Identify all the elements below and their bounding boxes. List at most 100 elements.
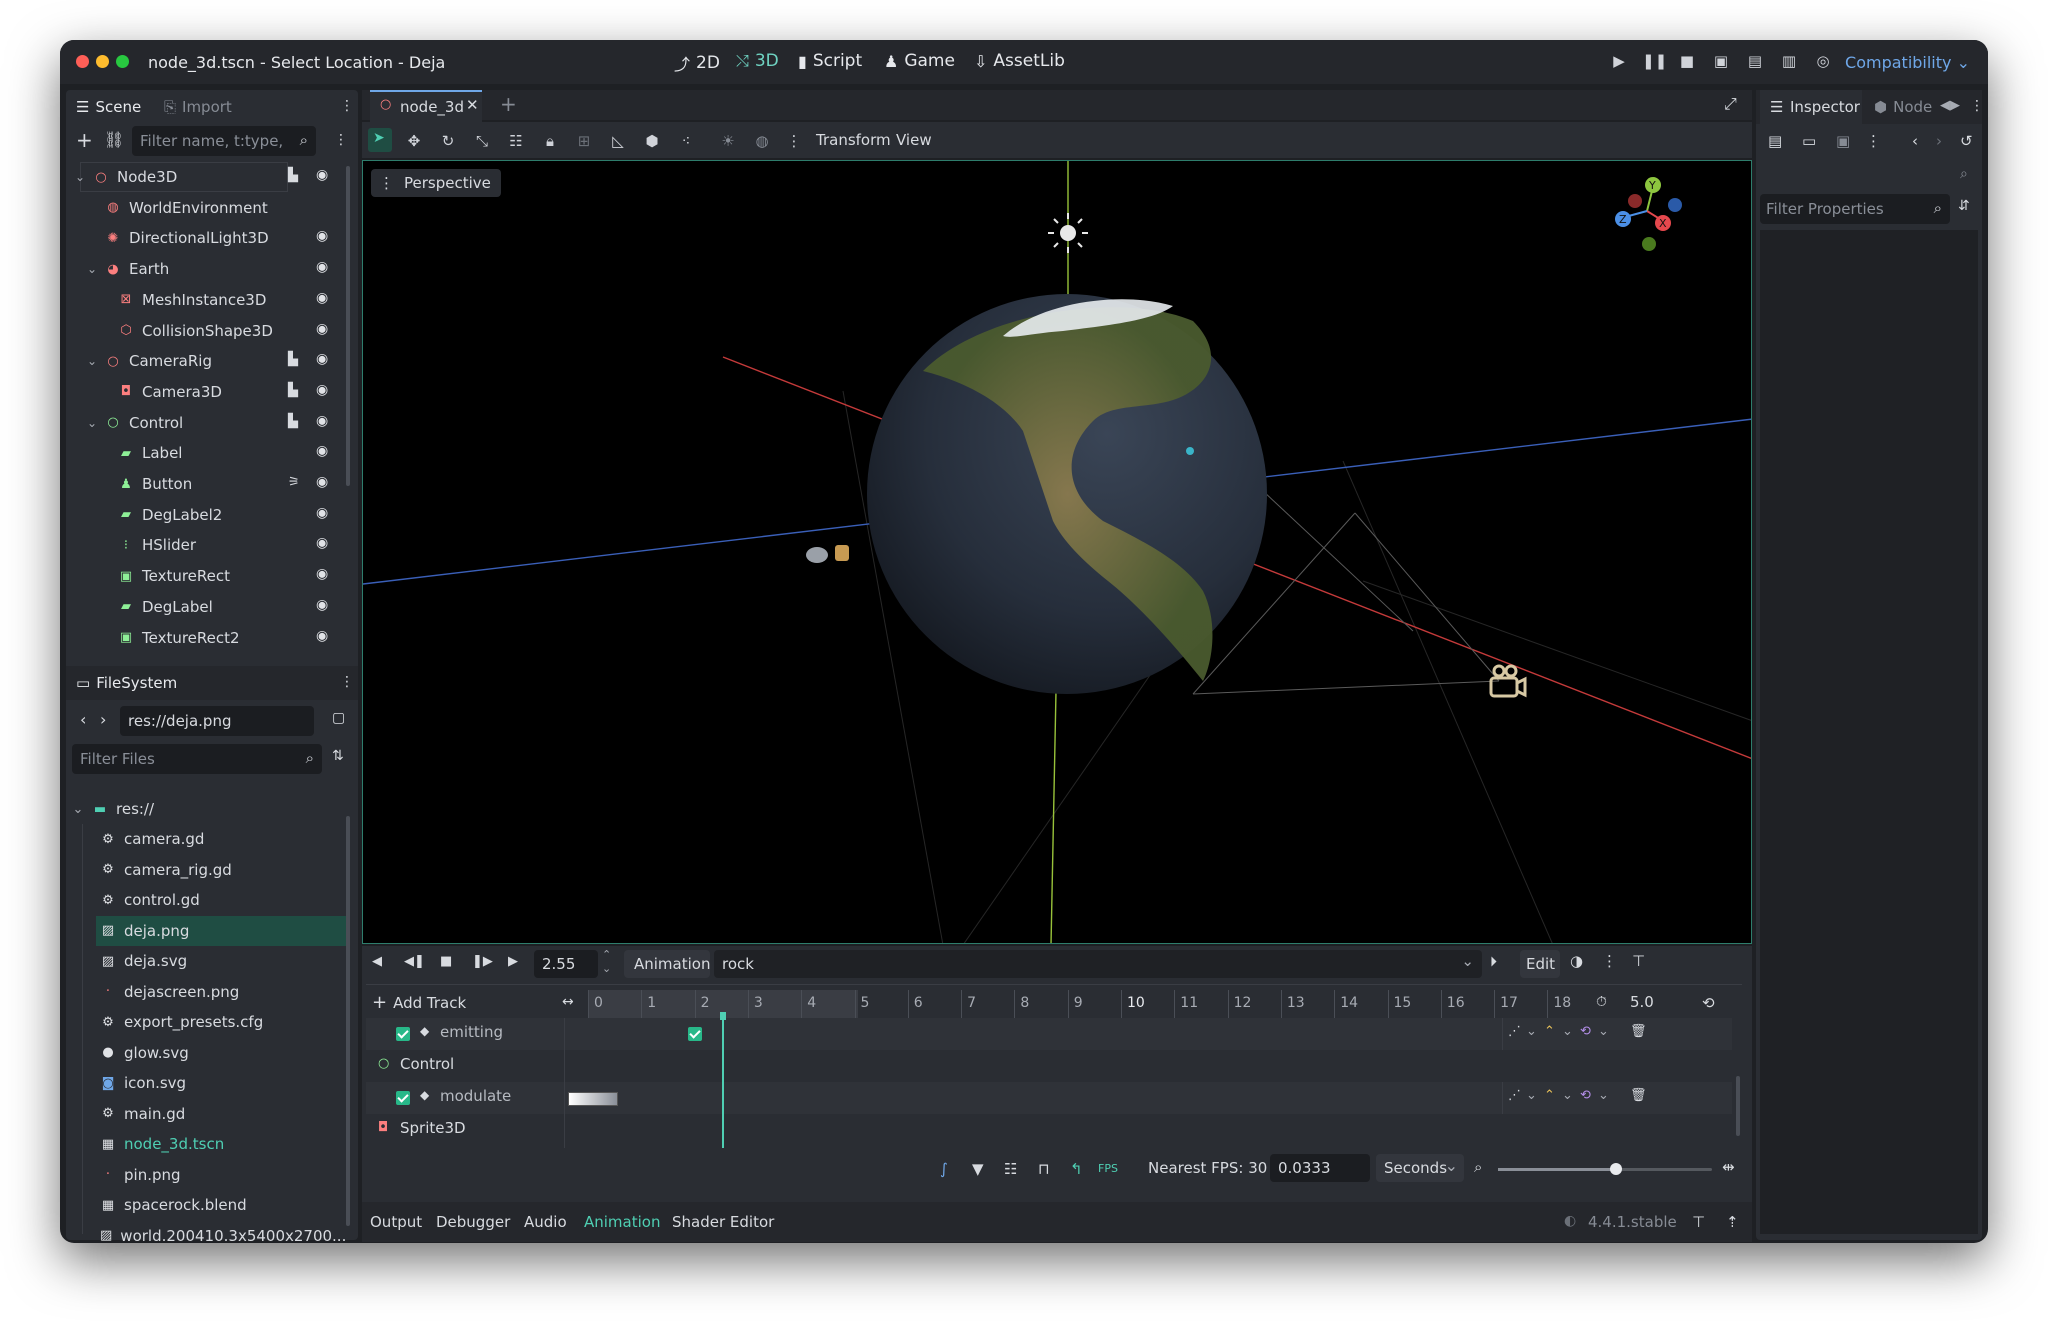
close-icon[interactable]: ✕: [466, 96, 479, 114]
tree-node[interactable]: ▰ DegLabel: [66, 592, 348, 622]
lock-icon[interactable]: 🔒︎: [538, 132, 562, 150]
tab-shader-editor[interactable]: Shader Editor: [672, 1213, 774, 1231]
timer-icon[interactable]: ⏱: [1596, 994, 1607, 1010]
script-icon[interactable]: ▙: [288, 414, 298, 429]
loop-icon[interactable]: ⟲: [1702, 994, 1715, 1012]
tree-node[interactable]: ▣ TextureRect: [66, 561, 348, 591]
file-item[interactable]: ▨ deja.svg: [96, 946, 346, 976]
interp-icon[interactable]: ⋰: [1508, 1088, 1521, 1103]
update-mode-icon[interactable]: ⌃: [1544, 1088, 1555, 1103]
tree-node[interactable]: ⌄ ○ Node3D: [75, 162, 288, 192]
workspace-2d-button[interactable]: ⤴ 2D: [674, 51, 720, 75]
chevron-down-icon[interactable]: ⌄: [87, 416, 99, 430]
remote-debug-icon[interactable]: ▣: [1710, 52, 1732, 70]
update-mode-icon[interactable]: ⌃: [1544, 1024, 1555, 1039]
pause-icon[interactable]: ❚❚: [1642, 52, 1667, 70]
play-from-start-icon[interactable]: ❚▶: [472, 954, 493, 969]
scene-tree-scrollbar[interactable]: [346, 166, 350, 486]
dock-move-icon[interactable]: ◀▶: [1940, 98, 1960, 113]
stop-icon[interactable]: ■: [440, 954, 452, 969]
visibility-eye-icon[interactable]: ◉: [316, 382, 328, 398]
environment-toggle-icon[interactable]: ◍: [750, 132, 774, 150]
edit-menu[interactable]: Edit: [1520, 950, 1560, 978]
fps-icon[interactable]: FPS: [1098, 1162, 1118, 1175]
color-keyframe-gradient[interactable]: [568, 1092, 618, 1106]
visibility-eye-icon[interactable]: ◉: [316, 505, 328, 521]
tree-node[interactable]: ⌄ ◕ Earth: [66, 254, 348, 284]
bezier-icon[interactable]: ∫: [940, 1160, 948, 1178]
zoom-icon[interactable]: ⌕: [1474, 1158, 1482, 1176]
chevron-down-icon[interactable]: ⌄: [1598, 1024, 1609, 1039]
perspective-menu[interactable]: ⋮ Perspective: [371, 169, 501, 197]
more-icon[interactable]: ⋮: [1602, 952, 1617, 970]
time-field[interactable]: 2.55: [534, 950, 598, 978]
snap-timeline-icon[interactable]: ↰: [1070, 1160, 1083, 1178]
dock-menu-icon[interactable]: ⋮: [1970, 98, 1984, 114]
onion-skin-icon[interactable]: ◑: [1570, 952, 1583, 970]
list-select-icon[interactable]: ☷: [504, 132, 528, 150]
filter-icon[interactable]: ▼: [972, 1160, 984, 1178]
track-scrollbar[interactable]: [1736, 1076, 1740, 1136]
tab-animation[interactable]: Animation: [584, 1213, 660, 1231]
tree-node[interactable]: ⌄ ○ CameraRig: [66, 346, 348, 376]
tree-node[interactable]: ⬡ CollisionShape3D: [66, 316, 348, 346]
file-item[interactable]: · pin.png: [96, 1160, 346, 1190]
visibility-eye-icon[interactable]: ◉: [316, 628, 328, 644]
more-icon[interactable]: ⋮: [1866, 132, 1881, 150]
fit-timeline-icon[interactable]: ⇹: [1722, 1158, 1735, 1176]
folder-root[interactable]: ⌄ ▬ res://: [72, 794, 352, 824]
visibility-eye-icon[interactable]: ◉: [316, 351, 328, 367]
ruler-icon[interactable]: ◺: [606, 132, 630, 150]
link-icon[interactable]: ⛓: [104, 130, 124, 149]
history-icon[interactable]: ↺: [1960, 132, 1973, 150]
tab-inspector[interactable]: ☰ Inspector: [1760, 90, 1862, 124]
playhead[interactable]: [722, 1018, 724, 1148]
animation-track[interactable]: ◘ Sprite3D: [366, 1114, 1732, 1146]
zoom-slider[interactable]: [1498, 1163, 1712, 1175]
play-backwards-icon[interactable]: ◀: [372, 954, 382, 969]
chevron-down-icon[interactable]: ⌄: [1526, 1024, 1537, 1039]
file-item[interactable]: ◙ icon.svg: [96, 1068, 346, 1098]
script-icon[interactable]: ▙: [288, 383, 298, 398]
file-list-scrollbar[interactable]: [346, 816, 350, 1226]
tree-node[interactable]: ⌄ ○ Control: [66, 408, 348, 438]
sort-icon[interactable]: ⇅: [332, 748, 344, 764]
file-item[interactable]: ⚙ control.gd: [96, 885, 346, 915]
play-icon[interactable]: ▶: [508, 954, 518, 969]
file-item[interactable]: ▦ spacerock.blend: [96, 1190, 346, 1220]
tree-node[interactable]: ⁝ HSlider: [66, 530, 348, 560]
tree-node[interactable]: ▣ TextureRect2: [66, 623, 348, 653]
file-item[interactable]: ● glow.svg: [96, 1038, 346, 1068]
select-tool-button[interactable]: ➤: [368, 128, 392, 152]
bool-keyframe[interactable]: [688, 1027, 702, 1041]
forward-icon[interactable]: ›: [1936, 132, 1942, 150]
play-backwards-start-icon[interactable]: ◀❚: [404, 954, 425, 969]
filter-options-icon[interactable]: ⇵: [1958, 198, 1970, 214]
chevron-down-icon[interactable]: ⌄: [1562, 1088, 1573, 1103]
tree-node[interactable]: ◘ Camera3D: [66, 377, 348, 407]
save-icon[interactable]: ▣: [1836, 132, 1850, 150]
snap-keys-icon[interactable]: ⊓: [1038, 1160, 1050, 1178]
playhead-handle[interactable]: [720, 1012, 726, 1020]
tab-node-3d[interactable]: ○ node_3d ✕: [370, 90, 482, 122]
file-item[interactable]: ⚙ camera.gd: [96, 824, 346, 854]
time-stepper[interactable]: ⌃ ⌄: [602, 948, 611, 976]
workspace-3d-button[interactable]: ⤭ 3D: [736, 51, 779, 71]
tab-audio[interactable]: Audio: [524, 1213, 567, 1231]
pin-icon[interactable]: ⊤: [1632, 952, 1645, 970]
open-folder-icon[interactable]: ▭: [1802, 132, 1816, 150]
tab-filesystem[interactable]: ▭ FileSystem: [76, 674, 177, 692]
path-field[interactable]: res://deja.png: [120, 706, 314, 736]
track-enable-checkbox[interactable]: [396, 1027, 410, 1041]
signal-icon[interactable]: ⚞: [288, 475, 300, 490]
tree-node[interactable]: ◍ WorldEnvironment: [66, 193, 348, 223]
workspace-script-button[interactable]: ▮ Script: [798, 51, 862, 71]
file-item[interactable]: ⚙ export_presets.cfg: [96, 1007, 346, 1037]
visibility-eye-icon[interactable]: ◉: [316, 535, 328, 551]
file-item[interactable]: ▨ world.200410.3x5400x2700...: [96, 1221, 346, 1244]
3d-viewport[interactable]: Y X Z ⋮ Perspective: [362, 160, 1752, 944]
pin-icon[interactable]: ⊤: [1692, 1213, 1705, 1231]
timeline-ruler[interactable]: 0 1 2 3 4 5 6 7 8 9 10 11 12 13 14 15 16 17 18: [588, 990, 1571, 1018]
workspace-game-button[interactable]: ♟ Game: [884, 51, 955, 71]
visibility-eye-icon[interactable]: ◉: [316, 566, 328, 582]
